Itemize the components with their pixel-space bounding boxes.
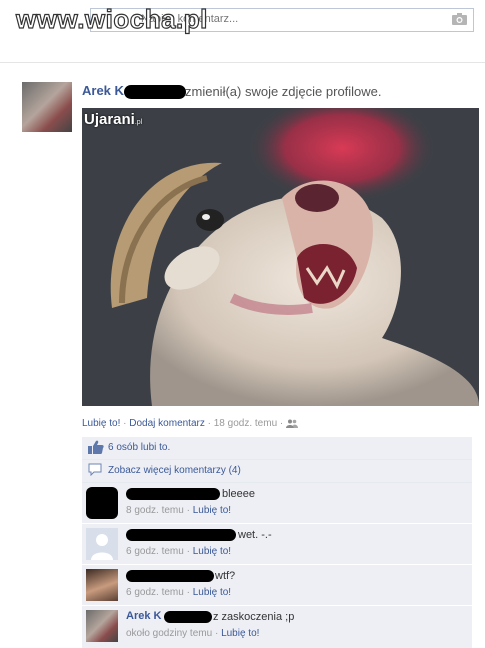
comment-item: bleeee 8 godz. temu · Lubię to! bbox=[82, 483, 472, 523]
comment-like-link[interactable]: Lubię to! bbox=[193, 505, 231, 516]
comment-meta: 6 godz. temu · Lubię to! bbox=[126, 546, 232, 557]
comment-like-link[interactable]: Lubię to! bbox=[193, 546, 231, 557]
redaction-bar bbox=[126, 488, 220, 500]
comment-item: wtf? 6 godz. temu · Lubię to! bbox=[82, 565, 472, 605]
see-more-comments-link[interactable]: Zobacz więcej komentarzy (4) bbox=[108, 465, 241, 476]
comment-text: wet. -.- bbox=[238, 529, 272, 541]
comment-meta: 6 godz. temu · Lubię to! bbox=[126, 587, 232, 598]
site-watermark: www.wiocha.pl bbox=[15, 3, 208, 34]
author-avatar[interactable] bbox=[22, 82, 72, 132]
post-author[interactable]: Arek K bbox=[82, 83, 186, 99]
likes-row[interactable]: 6 osób lubi to. bbox=[82, 437, 472, 460]
comment-like-link[interactable]: Lubię to! bbox=[221, 628, 259, 639]
see-more-row[interactable]: Zobacz więcej komentarzy (4) bbox=[82, 460, 472, 483]
friends-icon bbox=[286, 419, 299, 428]
commenter-avatar[interactable] bbox=[86, 569, 118, 601]
thumbs-up-icon bbox=[88, 440, 104, 454]
post-divider bbox=[0, 62, 485, 63]
comment-time: 6 godz. temu bbox=[126, 587, 184, 598]
comment-item: wet. -.- 6 godz. temu · Lubię to! bbox=[82, 524, 472, 564]
comment-text: bleeee bbox=[222, 488, 256, 500]
camera-icon[interactable] bbox=[452, 13, 467, 25]
post-action-text: zmienił(a) swoje zdjęcie profilowe. bbox=[185, 84, 382, 99]
top-bar: www.wiocha.pl bbox=[0, 0, 485, 42]
comment-text: z zaskoczenia ;p bbox=[213, 611, 295, 623]
comment-time: 6 godz. temu bbox=[126, 546, 184, 557]
comment-like-link[interactable]: Lubię to! bbox=[193, 587, 231, 598]
comment-time: 8 godz. temu bbox=[126, 505, 184, 516]
comment-meta: 8 godz. temu · Lubię to! bbox=[126, 505, 232, 516]
photo-caption: Ujarani.pl bbox=[84, 111, 143, 128]
comment-icon bbox=[88, 463, 102, 476]
redaction-bar bbox=[126, 529, 236, 541]
comment-item: Arek K z zaskoczenia ;p około godziny te… bbox=[82, 606, 472, 648]
commenter-avatar[interactable] bbox=[86, 487, 118, 519]
comment-meta: około godziny temu · Lubię to! bbox=[126, 628, 260, 639]
add-comment-link[interactable]: Dodaj komentarz bbox=[129, 418, 205, 429]
goat-photo-illustration bbox=[82, 108, 479, 406]
redaction-bar bbox=[164, 611, 212, 623]
likes-count[interactable]: 6 osób lubi to. bbox=[108, 442, 170, 453]
post-meta: Lubię to! · Dodaj komentarz · 18 godz. t… bbox=[82, 418, 299, 429]
comment-author[interactable]: Arek K bbox=[126, 610, 161, 622]
profile-photo[interactable]: Ujarani.pl bbox=[82, 108, 479, 406]
comment-text: wtf? bbox=[215, 570, 236, 582]
redaction-bar bbox=[126, 570, 214, 582]
commenter-avatar[interactable] bbox=[86, 610, 118, 642]
redaction-bar bbox=[123, 84, 186, 99]
like-link[interactable]: Lubię to! bbox=[82, 418, 120, 429]
post-time: 18 godz. temu bbox=[213, 418, 278, 429]
commenter-avatar[interactable] bbox=[86, 528, 118, 560]
default-avatar-icon bbox=[86, 528, 118, 560]
comment-time: około godziny temu bbox=[126, 628, 213, 639]
